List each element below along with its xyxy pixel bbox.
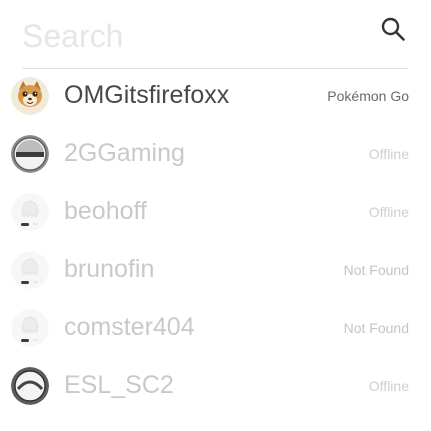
search-bar <box>22 4 408 69</box>
channel-name[interactable]: ESL_SC2 <box>64 371 174 400</box>
channel-name[interactable]: 2GGaming <box>64 139 185 168</box>
stream-item[interactable]: 2GGaming Offline <box>0 128 431 186</box>
channel-name[interactable]: comster404 <box>64 313 195 342</box>
search-input[interactable] <box>22 16 352 56</box>
stream-status: Offline <box>368 204 409 220</box>
twitch-streamer-viewer: OMGitsfirefoxx Pokémon Go 2GGaming Offli… <box>0 0 431 431</box>
stream-item[interactable]: ESL_SC2 Offline <box>0 360 431 418</box>
channel-name[interactable]: beohoff <box>64 197 147 226</box>
stream-status: Offline <box>368 146 409 162</box>
stream-item[interactable]: brunofin Not Found <box>0 244 431 302</box>
stream-item[interactable]: comster404 Not Found <box>0 302 431 360</box>
default-twitch-avatar-icon <box>11 251 49 289</box>
stream-item[interactable]: OMGitsfirefoxx Pokémon Go <box>0 70 431 128</box>
2gg-logo-avatar-icon <box>11 135 49 173</box>
stream-item[interactable]: beohoff Offline <box>0 186 431 244</box>
default-twitch-avatar-icon <box>11 193 49 231</box>
stream-status: Not Found <box>343 320 409 336</box>
stream-status: Offline <box>368 378 409 394</box>
stream-status: Pokémon Go <box>327 88 409 104</box>
search-icon[interactable] <box>380 16 406 42</box>
esl-logo-avatar-icon <box>11 367 49 405</box>
fox-avatar-icon <box>11 77 49 115</box>
channel-name[interactable]: OMGitsfirefoxx <box>64 81 229 110</box>
default-twitch-avatar-icon <box>11 309 49 347</box>
stream-list: OMGitsfirefoxx Pokémon Go 2GGaming Offli… <box>0 70 431 418</box>
stream-status: Not Found <box>343 262 409 278</box>
channel-name[interactable]: brunofin <box>64 255 154 284</box>
